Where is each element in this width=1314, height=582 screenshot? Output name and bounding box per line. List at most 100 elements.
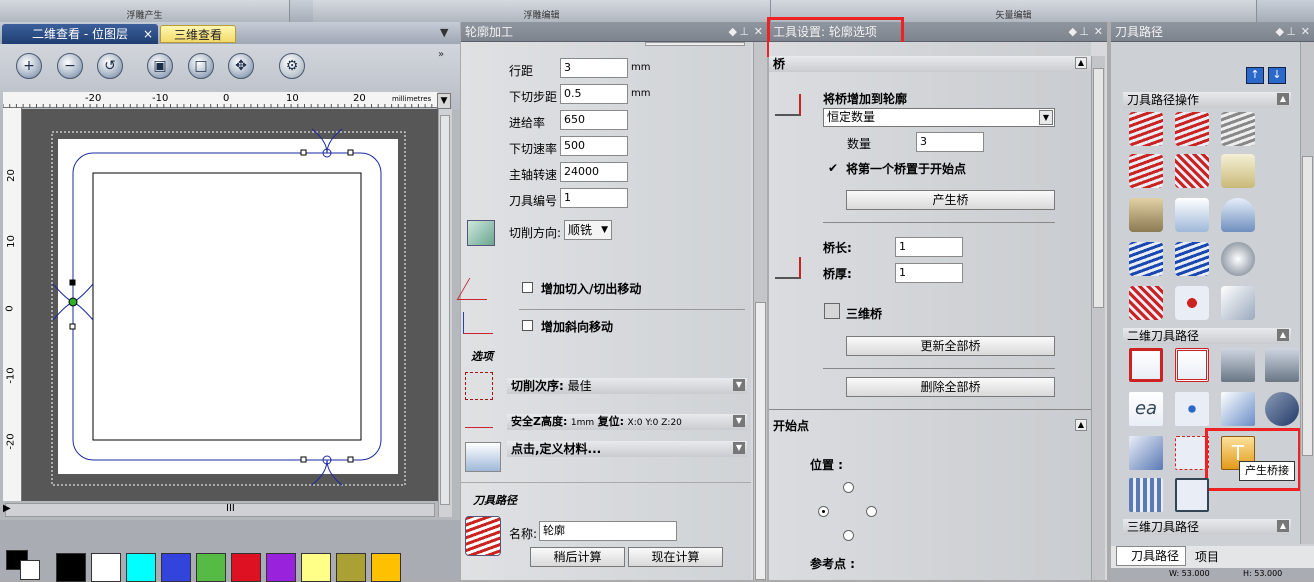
zoom-all-icon[interactable]: ✥ bbox=[228, 53, 254, 79]
pocket-toolpath-icon[interactable] bbox=[1175, 348, 1209, 382]
profile-scrollbar[interactable] bbox=[753, 42, 767, 580]
tab-toolpaths[interactable]: 刀具路径 bbox=[1116, 546, 1186, 566]
tool-database-icon[interactable] bbox=[1129, 198, 1163, 232]
color-swatch[interactable] bbox=[371, 553, 401, 582]
toolpath-template-icon[interactable] bbox=[1129, 286, 1163, 320]
color-swatch[interactable] bbox=[126, 553, 156, 582]
bridge-mode-select[interactable]: 恒定数量 ▼ bbox=[823, 108, 1055, 127]
collapse-icon[interactable]: ▲ bbox=[1075, 419, 1087, 431]
color-swatch[interactable] bbox=[56, 553, 86, 582]
ribbon-group-relief-edit[interactable]: 浮雕编辑 bbox=[313, 0, 771, 22]
close-icon[interactable]: ✕ bbox=[754, 22, 763, 42]
close-icon[interactable]: ✕ bbox=[1094, 22, 1103, 42]
cut-order-toolpath-icon[interactable] bbox=[1175, 436, 1209, 470]
secondary-color[interactable] bbox=[20, 560, 40, 580]
collapse-icon[interactable]: ▲ bbox=[1277, 93, 1289, 105]
collapse-icon[interactable]: ▲ bbox=[1277, 520, 1289, 532]
bridge-count-input[interactable]: 3 bbox=[916, 132, 984, 152]
scroll-left-icon[interactable]: ▶ bbox=[3, 503, 11, 514]
toolpath-notes-icon[interactable] bbox=[1221, 154, 1255, 188]
close-icon[interactable]: ✕ bbox=[1301, 22, 1310, 42]
material-setup-icon[interactable] bbox=[1175, 198, 1209, 232]
arrow-up-icon[interactable]: ↑ bbox=[1246, 67, 1264, 84]
delete-all-bridges-button[interactable]: 删除全部桥 bbox=[846, 377, 1055, 397]
lead-in-checkbox[interactable] bbox=[522, 282, 533, 293]
profile-toolpath-icon[interactable] bbox=[1129, 348, 1163, 382]
calculate-now-button[interactable]: 现在计算 bbox=[628, 547, 723, 567]
toolbar-overflow-icon[interactable]: » bbox=[438, 49, 444, 60]
color-swatch[interactable] bbox=[91, 553, 121, 582]
color-swatch[interactable] bbox=[161, 553, 191, 582]
color-swatch[interactable] bbox=[301, 553, 331, 582]
bridge-section-header[interactable]: 桥 ▲ bbox=[769, 56, 1091, 72]
toolpath-info-icon[interactable] bbox=[1175, 112, 1209, 146]
collapse-icon[interactable]: ▲ bbox=[1075, 57, 1087, 69]
toolpaths-scrollbar[interactable] bbox=[1300, 42, 1314, 544]
safe-z-row[interactable]: 安全Z高度: 1mm 复位: X:0 Y:0 Z:20 ▼ bbox=[507, 414, 747, 430]
stepover-input[interactable]: 3 bbox=[560, 58, 628, 78]
zoom-previous-icon[interactable]: ↺ bbox=[97, 53, 123, 79]
vcarve-toolpath-icon[interactable] bbox=[1265, 348, 1299, 382]
2d-section-header[interactable]: 二维刀具路径 ▲ bbox=[1123, 328, 1291, 344]
bridge-thickness-input[interactable]: 1 bbox=[895, 263, 963, 283]
tab-project[interactable]: 项目 bbox=[1195, 548, 1219, 565]
pin-icon[interactable]: ◆ bbox=[1069, 22, 1077, 42]
slot-toolpath-icon[interactable] bbox=[1129, 478, 1163, 512]
scroll-thumb[interactable] bbox=[440, 115, 450, 505]
bridge-length-input[interactable]: 1 bbox=[895, 237, 963, 257]
material-row[interactable]: 点击,定义材料... ▼ bbox=[507, 441, 747, 457]
inlay-toolpath-icon[interactable] bbox=[1175, 392, 1209, 426]
ruler-dropdown-icon[interactable]: ▼ bbox=[437, 93, 451, 109]
position-radio-left[interactable] bbox=[818, 506, 829, 517]
save-simulation-icon[interactable] bbox=[1175, 242, 1209, 276]
gear-icon[interactable]: ⚙ bbox=[279, 53, 305, 79]
ribbon-group-relief-create[interactable]: 浮雕产生 bbox=[0, 0, 290, 22]
ramp-checkbox[interactable] bbox=[522, 320, 533, 331]
dock-icon[interactable]: ⊥ bbox=[739, 22, 749, 42]
generate-bridges-button[interactable]: 产生桥 bbox=[846, 190, 1055, 210]
expand-icon[interactable]: ▼ bbox=[733, 415, 745, 427]
dock-icon[interactable]: ⊥ bbox=[1286, 22, 1296, 42]
save-toolpath-icon[interactable] bbox=[1129, 112, 1163, 146]
cut-order-row[interactable]: 切削次序: 最佳 ▼ bbox=[507, 378, 747, 394]
zoom-fit-icon[interactable]: ▣ bbox=[147, 53, 173, 79]
ops-section-header[interactable]: 刀具路径操作 ▲ bbox=[1123, 92, 1291, 108]
merge-toolpath-icon[interactable] bbox=[1129, 154, 1163, 188]
plunge-rate-input[interactable]: 500 bbox=[560, 136, 628, 156]
prism-toolpath-icon[interactable] bbox=[1221, 392, 1255, 426]
threed-bridge-checkbox[interactable] bbox=[824, 303, 840, 319]
engrave-toolpath-icon[interactable]: ea bbox=[1129, 392, 1163, 426]
stepdown-input[interactable]: 0.5 bbox=[560, 84, 628, 104]
vector-drawing[interactable] bbox=[22, 109, 438, 501]
texture-toolpath-icon[interactable] bbox=[1129, 436, 1163, 470]
preview-toolpath-icon[interactable] bbox=[1221, 286, 1255, 320]
start-point-section-header[interactable]: 开始点 ▲ bbox=[769, 418, 1091, 434]
array-toolpath-icon[interactable] bbox=[1175, 286, 1209, 320]
delete-toolpath-icon[interactable] bbox=[1221, 112, 1255, 146]
tool-settings-scrollbar[interactable] bbox=[1091, 56, 1105, 580]
drilling-toolpath-icon[interactable] bbox=[1221, 348, 1255, 382]
zoom-in-icon[interactable]: + bbox=[16, 53, 42, 79]
toolpath-name-input[interactable]: 轮廓 bbox=[539, 521, 677, 541]
zoom-box-icon[interactable]: □ bbox=[188, 53, 214, 79]
feedrate-input[interactable]: 650 bbox=[560, 110, 628, 130]
simulate-block-icon[interactable] bbox=[1221, 198, 1255, 232]
color-swatch[interactable] bbox=[266, 553, 296, 582]
close-icon[interactable]: × bbox=[143, 24, 153, 44]
scroll-thumb[interactable] bbox=[755, 302, 766, 580]
view-horizontal-scrollbar[interactable]: III bbox=[5, 503, 435, 517]
view-vertical-scrollbar[interactable] bbox=[438, 109, 452, 517]
3d-section-header[interactable]: 三维刀具路径 ▲ bbox=[1123, 519, 1291, 535]
expand-icon[interactable]: ▼ bbox=[733, 442, 745, 454]
zoom-out-icon[interactable]: − bbox=[57, 53, 83, 79]
tab-3d-view[interactable]: 三维查看 bbox=[160, 25, 236, 43]
color-swatch[interactable] bbox=[196, 553, 226, 582]
collapse-icon[interactable]: ▲ bbox=[1277, 329, 1289, 341]
checkmark-icon[interactable]: ✔ bbox=[828, 161, 838, 175]
spindle-speed-input[interactable]: 24000 bbox=[560, 162, 628, 182]
tab-2d-view[interactable]: 二维查看 - 位图层 × bbox=[2, 24, 158, 44]
tool-number-input[interactable]: 1 bbox=[560, 188, 628, 208]
arrow-down-icon[interactable]: ↓ bbox=[1268, 67, 1286, 84]
color-swatch[interactable] bbox=[231, 553, 261, 582]
position-radio-top[interactable] bbox=[843, 482, 854, 493]
